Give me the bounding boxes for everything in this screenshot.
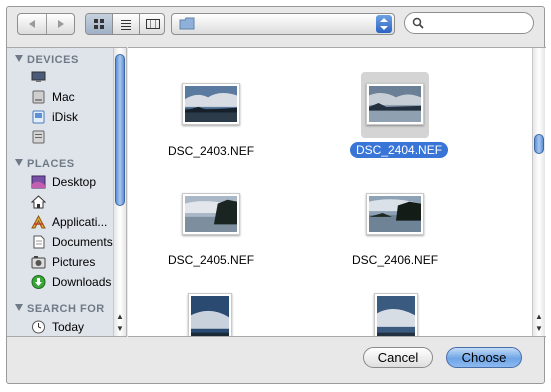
home-icon — [30, 195, 47, 209]
disclosure-triangle-icon — [15, 304, 23, 311]
sidebar-item-label: Today — [52, 320, 85, 334]
file-thumbnail[interactable] — [366, 193, 424, 235]
documents-icon — [31, 235, 46, 249]
sidebar-section-places[interactable]: PLACES — [15, 158, 75, 170]
computer-icon — [31, 70, 46, 84]
column-view-button[interactable] — [140, 14, 165, 34]
section-title: DEVICES — [27, 54, 79, 66]
sidebar-item-home[interactable] — [30, 193, 52, 211]
file-thumbnail[interactable] — [374, 293, 418, 336]
sidebar: DEVICES Mac iDisk PLACES Desktop Applica… — [7, 47, 127, 337]
disclosure-triangle-icon — [15, 159, 23, 166]
search-icon — [412, 17, 424, 29]
sidebar-item-label: Downloads — [52, 275, 112, 289]
sidebar-item-label: Applicati... — [52, 215, 108, 229]
sidebar-item-mac[interactable]: Mac — [31, 88, 75, 106]
pictures-icon — [31, 255, 46, 269]
clock-icon — [31, 320, 46, 334]
forward-arrow-icon — [58, 20, 64, 28]
photo-thumbnail-icon — [369, 86, 421, 122]
file-name[interactable]: DSC_2406.NEF — [352, 253, 438, 267]
search-field[interactable] — [404, 12, 534, 34]
sidebar-item-label: Mac — [52, 90, 75, 104]
hard-drive-icon — [31, 90, 46, 104]
photo-thumbnail-icon — [185, 196, 237, 232]
sidebar-item-downloads[interactable]: Downloads — [31, 273, 111, 291]
file-thumbnail-selected[interactable] — [366, 83, 424, 125]
sidebar-scrollbar[interactable]: ▲ ▼ — [113, 48, 126, 336]
photo-thumbnail-icon — [369, 196, 421, 232]
forward-button[interactable] — [47, 14, 75, 34]
file-browser: DSC_2403.NEF DSC_2404.NEF DSC_2405.NEF D… — [128, 47, 546, 337]
section-title: PLACES — [27, 158, 75, 170]
sidebar-item-label: Documents — [52, 235, 113, 249]
photo-thumbnail-icon — [377, 296, 415, 336]
file-name[interactable]: DSC_2403.NEF — [168, 144, 254, 158]
location-popup[interactable] — [171, 13, 395, 35]
file-thumbnail[interactable] — [182, 83, 240, 125]
file-list-scrollbar[interactable]: ▲ ▼ — [532, 48, 545, 336]
sidebar-item-desktop[interactable]: Desktop — [31, 173, 96, 191]
sidebar-item-drive[interactable] — [31, 128, 52, 146]
popup-arrows-icon — [376, 15, 392, 33]
sidebar-item-idisk[interactable]: iDisk — [31, 108, 78, 126]
sidebar-section-search-for[interactable]: SEARCH FOR — [15, 303, 105, 315]
photo-thumbnail-icon — [185, 86, 237, 122]
sidebar-scroll-thumb[interactable] — [115, 54, 125, 206]
icon-view-icon — [94, 19, 104, 29]
icon-view-button[interactable] — [86, 14, 113, 34]
list-view-icon — [121, 20, 131, 30]
sidebar-item-documents[interactable]: Documents — [31, 233, 113, 251]
scroll-down-arrow-icon[interactable]: ▼ — [533, 322, 545, 334]
section-title: SEARCH FOR — [27, 303, 105, 315]
file-thumbnail[interactable] — [182, 193, 240, 235]
disclosure-triangle-icon — [15, 55, 23, 62]
sidebar-item-today[interactable]: Today — [31, 318, 84, 336]
photo-thumbnail-icon — [191, 296, 229, 336]
back-arrow-icon — [29, 20, 35, 28]
drive-icon — [31, 130, 46, 144]
file-list-scroll-thumb[interactable] — [534, 134, 544, 154]
scroll-up-arrow-icon[interactable]: ▲ — [533, 310, 545, 322]
sidebar-section-devices[interactable]: DEVICES — [15, 54, 79, 66]
file-name-selected[interactable]: DSC_2404.NEF — [350, 142, 449, 158]
open-dialog: DEVICES Mac iDisk PLACES Desktop Applica… — [6, 6, 546, 384]
scroll-up-arrow-icon[interactable]: ▲ — [114, 310, 126, 322]
list-view-button[interactable] — [113, 14, 140, 34]
folder-icon — [179, 17, 195, 30]
view-mode-control — [85, 13, 165, 35]
choose-button[interactable]: Choose — [446, 347, 522, 368]
cancel-button[interactable]: Cancel — [363, 347, 433, 368]
sidebar-item-label: Pictures — [52, 255, 96, 269]
sidebar-item-applications[interactable]: Applicati... — [31, 213, 107, 231]
sidebar-item-computer[interactable] — [31, 68, 52, 86]
column-view-icon — [145, 19, 160, 29]
downloads-icon — [31, 275, 46, 289]
desktop-icon — [31, 175, 46, 189]
sidebar-item-label: iDisk — [52, 110, 78, 124]
file-name[interactable]: DSC_2405.NEF — [168, 253, 254, 267]
back-forward-control — [17, 13, 75, 35]
idisk-icon — [31, 110, 46, 124]
file-thumbnail[interactable] — [188, 293, 232, 336]
sidebar-item-label: Desktop — [52, 175, 97, 189]
sidebar-item-pictures[interactable]: Pictures — [31, 253, 95, 271]
search-input[interactable] — [427, 15, 529, 33]
scroll-down-arrow-icon[interactable]: ▼ — [114, 322, 126, 334]
applications-icon — [31, 214, 46, 229]
back-button[interactable] — [18, 14, 47, 34]
